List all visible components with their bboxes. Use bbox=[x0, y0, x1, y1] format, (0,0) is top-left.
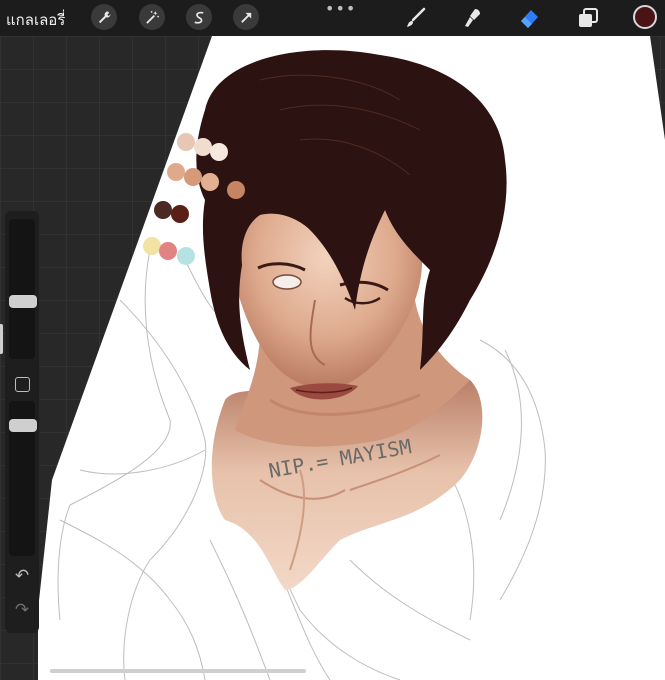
eraser-icon bbox=[521, 10, 538, 28]
gallery-button[interactable]: แกลเลอรี่ bbox=[6, 8, 65, 32]
home-indicator[interactable] bbox=[50, 669, 306, 673]
smudge-icon bbox=[465, 9, 480, 27]
smudge-button[interactable] bbox=[461, 6, 485, 30]
brush-button[interactable] bbox=[404, 6, 428, 30]
more-options-button[interactable]: ••• bbox=[325, 0, 356, 18]
selection-icon bbox=[193, 11, 203, 24]
modify-square-icon[interactable] bbox=[15, 377, 30, 392]
brush-icon bbox=[407, 7, 426, 27]
top-toolbar: แกลเลอรี่ ••• bbox=[0, 0, 665, 36]
transform-arrow-icon bbox=[240, 12, 251, 23]
transform-button[interactable] bbox=[233, 4, 259, 30]
eraser-button[interactable] bbox=[518, 6, 542, 30]
wrench-icon bbox=[98, 10, 111, 23]
color-picker-button[interactable] bbox=[633, 5, 657, 29]
undo-icon[interactable]: ↶ bbox=[13, 566, 31, 586]
actions-button[interactable] bbox=[91, 4, 117, 30]
sidebar-handle[interactable] bbox=[0, 324, 3, 354]
selection-button[interactable] bbox=[186, 4, 212, 30]
artwork-canvas[interactable]: NIP.= MAYISM bbox=[0, 0, 665, 680]
opacity-thumb[interactable] bbox=[9, 419, 37, 432]
redo-icon[interactable]: ↷ bbox=[13, 600, 31, 620]
magic-wand-icon bbox=[145, 10, 159, 24]
layers-button[interactable] bbox=[576, 6, 600, 30]
brush-size-thumb[interactable] bbox=[9, 295, 37, 308]
brush-size-slider[interactable] bbox=[9, 219, 35, 359]
adjustments-button[interactable] bbox=[139, 4, 165, 30]
layers-icon bbox=[579, 8, 598, 27]
left-sidebar: ↶ ↷ bbox=[5, 211, 39, 633]
procreate-app: NIP.= MAYISM แกลเลอรี่ ••• ↶ ↷ bbox=[0, 0, 665, 680]
